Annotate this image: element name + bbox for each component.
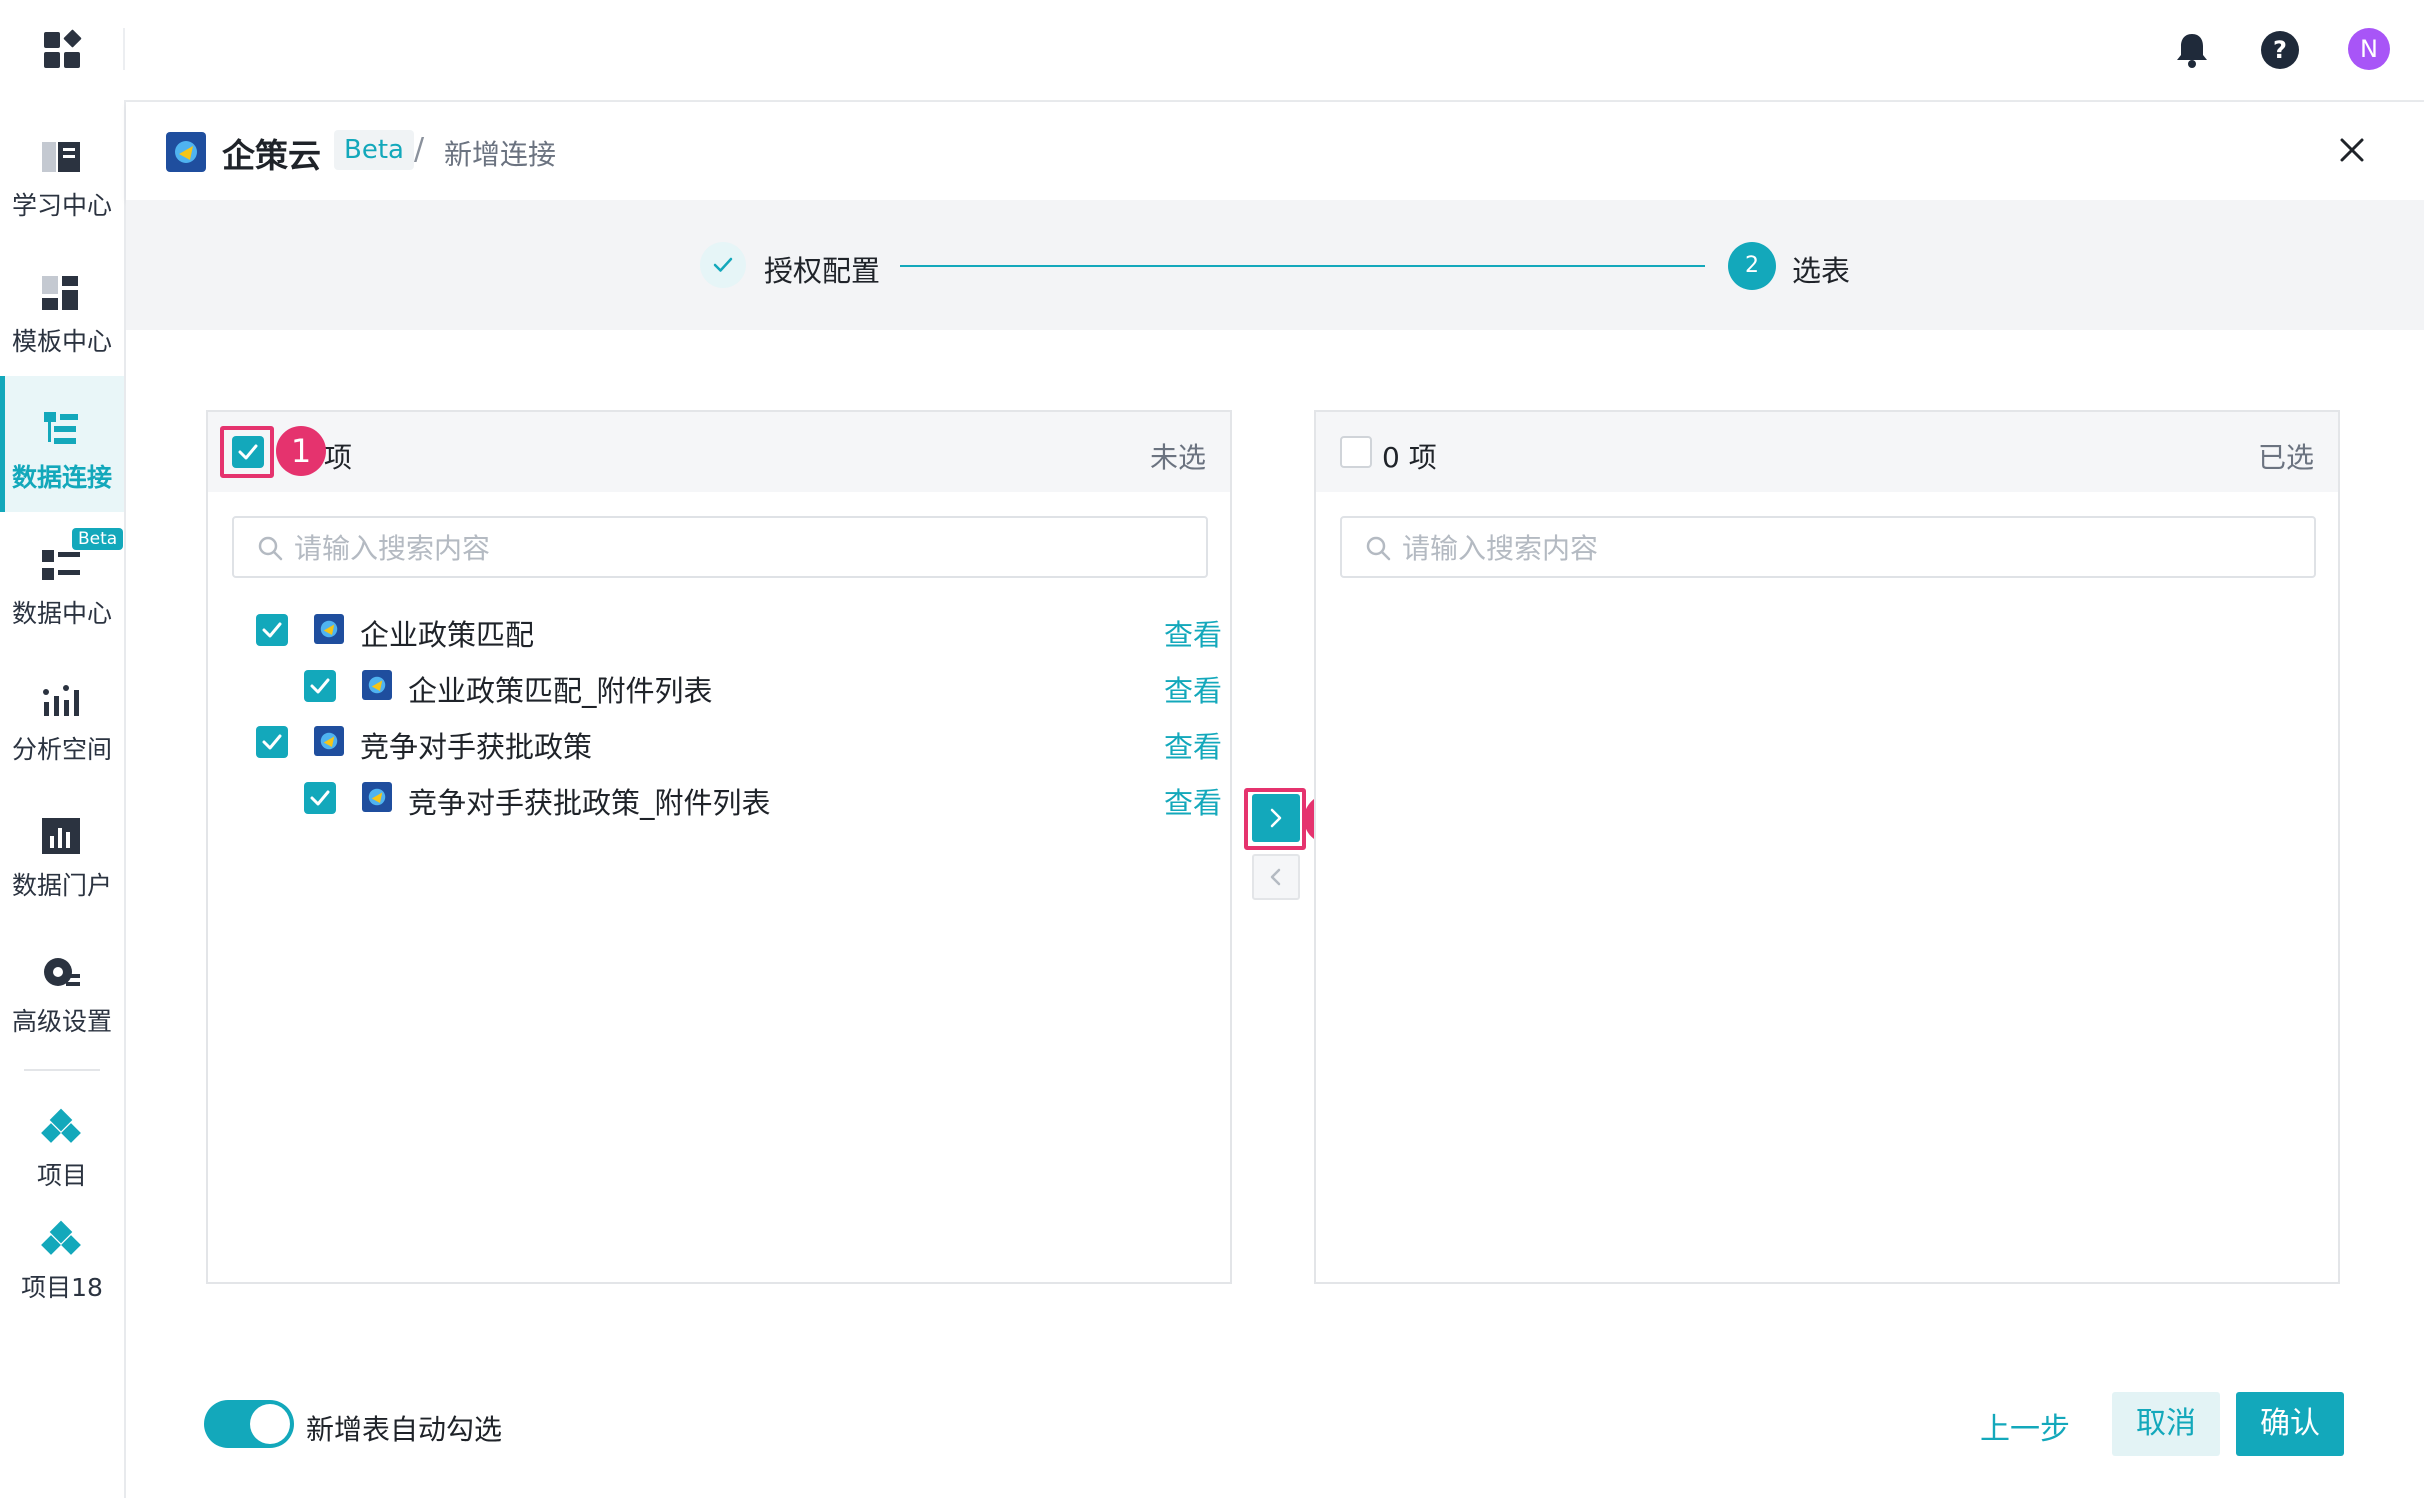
table-icon [314,614,344,644]
close-icon[interactable] [2332,130,2372,170]
sidebar-item-project[interactable]: 项目 [0,1080,124,1190]
prev-step-button[interactable]: 上一步 [1980,1404,2070,1448]
sidebar-item-templates[interactable]: 模板中心 [0,240,124,376]
step-marker-1: 1 [276,426,326,476]
sidebar-item-learning[interactable]: 学习中心 [0,104,124,240]
search-icon [1364,534,1392,562]
book-icon [38,134,84,180]
step-2-number: 2 [1728,242,1776,290]
toggle-knob [250,1404,290,1444]
step-done-check-icon [700,242,746,288]
brand-logo-icon [166,132,206,172]
view-link[interactable]: 查看 [1164,724,1222,766]
view-link[interactable]: 查看 [1164,612,1222,654]
step-connector [900,265,1705,267]
table-icon [362,670,392,700]
top-bar [0,0,2424,102]
target-panel-header: 0 项 已选 [1316,412,2338,492]
sidebar-item-analysis[interactable]: 分析空间 [0,648,124,784]
sidebar-item-portal[interactable]: 数据门户 [0,784,124,920]
search-icon [256,534,284,562]
brand-name: 企策云 [222,136,321,175]
template-icon [38,270,84,316]
target-count: 0 项 [1382,441,1437,474]
beta-badge: Beta [334,130,414,170]
cancel-button[interactable]: 取消 [2112,1392,2220,1456]
tree-row: 竞争对手获批政策 查看 [208,714,1230,770]
sidebar-item-advanced-settings[interactable]: 高级设置 [0,920,124,1056]
project-icon [38,1108,84,1154]
select-all-checkbox[interactable] [1340,436,1372,468]
item-checkbox[interactable] [256,726,288,758]
move-left-button[interactable] [1252,854,1300,900]
table-icon [314,726,344,756]
source-panel-header: 项 未选 [208,412,1230,492]
tree-row: 企业政策匹配_附件列表 查看 [208,658,1230,714]
source-panel: 项 未选 企业政策匹配 查看 企业政策匹配_附件列表 查看 [206,410,1232,1284]
source-search-box [232,516,1208,578]
sidebar-divider [24,1069,100,1071]
view-link[interactable]: 查看 [1164,668,1222,710]
target-search-input[interactable] [1400,526,2304,570]
item-checkbox[interactable] [256,614,288,646]
item-checkbox[interactable] [304,670,336,702]
highlight-box [1244,788,1306,850]
data-connection-icon [38,406,84,452]
source-count: 项 [324,441,353,474]
portal-icon [38,814,84,860]
target-state-label: 已选 [2257,441,2314,474]
data-center-icon [38,542,84,588]
sidebar-item-data-center[interactable]: Beta 数据中心 [0,512,124,648]
sidebar-item-data-connection[interactable]: 数据连接 [0,376,124,512]
target-panel: 0 项 已选 [1314,410,2340,1284]
apps-grid-icon[interactable] [40,28,86,74]
tree-row: 竞争对手获批政策_附件列表 查看 [208,770,1230,826]
step-2-label: 选表 [1792,254,1851,288]
svg-text:?: ? [2273,36,2287,64]
highlight-box [220,426,274,478]
view-link[interactable]: 查看 [1164,780,1222,822]
step-1-label: 授权配置 [764,254,881,288]
analysis-icon [38,678,84,724]
project-icon [38,1220,84,1266]
breadcrumb-separator: / [414,132,425,167]
sidebar-item-project18[interactable]: 项目18 [0,1192,124,1302]
confirm-button[interactable]: 确认 [2236,1392,2344,1456]
source-state-label: 未选 [1149,441,1206,474]
item-checkbox[interactable] [304,782,336,814]
auto-select-label: 新增表自动勾选 [306,1413,503,1446]
tree-row: 企业政策匹配 查看 [208,602,1230,658]
gear-icon [38,950,84,996]
breadcrumb-current: 新增连接 [444,138,557,171]
topbar-divider [123,28,125,70]
target-search-box [1340,516,2316,578]
bell-icon[interactable] [2170,28,2214,72]
source-search-input[interactable] [292,526,1196,570]
avatar[interactable]: N [2348,28,2390,70]
help-icon[interactable]: ? [2258,28,2302,72]
table-icon [362,782,392,812]
